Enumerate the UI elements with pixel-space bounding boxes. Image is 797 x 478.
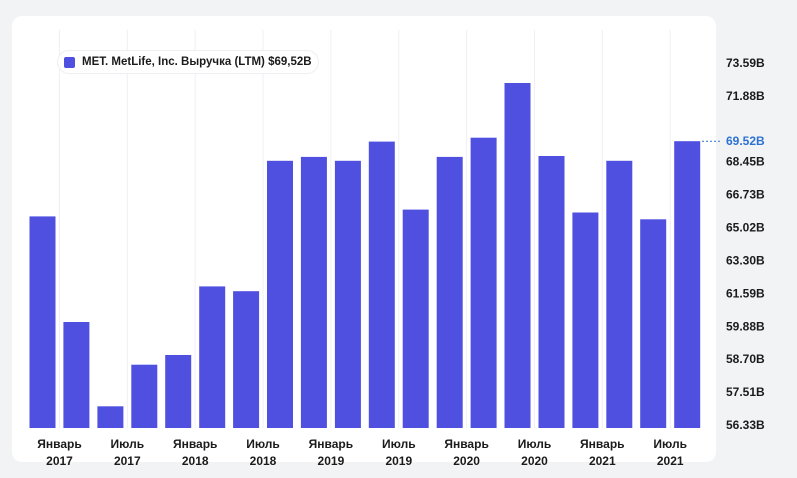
x-tick-label: Январь <box>309 437 353 451</box>
chart-legend[interactable]: MET. MetLife, Inc. Выручка (LTM) $69,52B <box>58 51 318 73</box>
bar[interactable] <box>470 137 497 428</box>
x-tick-year: 2017 <box>46 454 73 468</box>
x-tick-label: Январь <box>444 437 488 451</box>
bar[interactable] <box>63 322 90 428</box>
y-tick-label: 63.30B <box>726 254 765 268</box>
legend-swatch <box>64 56 75 68</box>
bar[interactable] <box>606 160 633 429</box>
x-axis-ticks: Январь 2017 Июль 2017 Январь 2018 Июль 2018 Янва… <box>37 437 687 468</box>
y-tick-label: 58.70B <box>726 352 765 366</box>
bar[interactable] <box>267 160 293 429</box>
x-tick-year: 2017 <box>114 454 141 468</box>
bar[interactable] <box>402 209 429 428</box>
bar[interactable] <box>640 219 667 428</box>
x-tick-label: Январь <box>173 437 217 451</box>
y-tick-label: 57.51B <box>726 385 765 399</box>
y-tick-label: 73.59B <box>726 56 765 70</box>
y-axis-ticks: 56.33B 57.51B 58.70B 59.88B 61.59B 63.30B 65.0… <box>726 56 765 432</box>
bar[interactable] <box>436 156 463 428</box>
x-tick-label: Январь <box>580 437 624 451</box>
bar[interactable] <box>131 364 158 428</box>
x-tick-label: Июль <box>518 437 552 451</box>
y-tick-label: 65.02B <box>726 221 765 235</box>
bar[interactable] <box>97 406 124 428</box>
bar[interactable] <box>538 156 565 428</box>
y-tick-label: 68.45B <box>726 155 765 169</box>
bar[interactable] <box>300 156 327 428</box>
current-value-marker: 69.52B <box>702 134 765 148</box>
bar[interactable] <box>572 212 599 429</box>
y-tick-label: 71.88B <box>726 89 765 103</box>
bars <box>29 83 701 429</box>
y-tick-label: 66.73B <box>726 188 765 202</box>
bar[interactable] <box>165 355 192 428</box>
bar[interactable] <box>504 83 531 428</box>
y-tick-label: 59.88B <box>726 319 765 333</box>
bar[interactable] <box>334 160 361 429</box>
bar[interactable] <box>674 141 701 428</box>
x-tick-year: 2020 <box>521 454 548 468</box>
bar[interactable] <box>199 286 226 428</box>
bar[interactable] <box>368 141 395 428</box>
y-tick-label: 61.59B <box>726 286 765 300</box>
x-tick-year: 2019 <box>318 454 345 468</box>
y-tick-label: 56.33B <box>726 418 765 432</box>
x-tick-year: 2021 <box>589 454 616 468</box>
legend-label: MET. MetLife, Inc. Выручка (LTM) $69,52B <box>82 56 312 68</box>
bar[interactable] <box>233 291 260 428</box>
x-tick-year: 2021 <box>657 454 684 468</box>
x-tick-label: Июль <box>111 437 145 451</box>
x-tick-year: 2018 <box>182 454 209 468</box>
x-tick-year: 2020 <box>453 454 480 468</box>
current-value-label: 69.52B <box>726 134 765 148</box>
x-tick-label: Июль <box>653 437 687 451</box>
bar[interactable] <box>29 216 56 428</box>
x-tick-label: Июль <box>382 437 416 451</box>
x-tick-label: Январь <box>37 437 81 451</box>
x-tick-label: Июль <box>246 437 280 451</box>
x-tick-year: 2019 <box>385 454 412 468</box>
x-tick-year: 2018 <box>250 454 277 468</box>
